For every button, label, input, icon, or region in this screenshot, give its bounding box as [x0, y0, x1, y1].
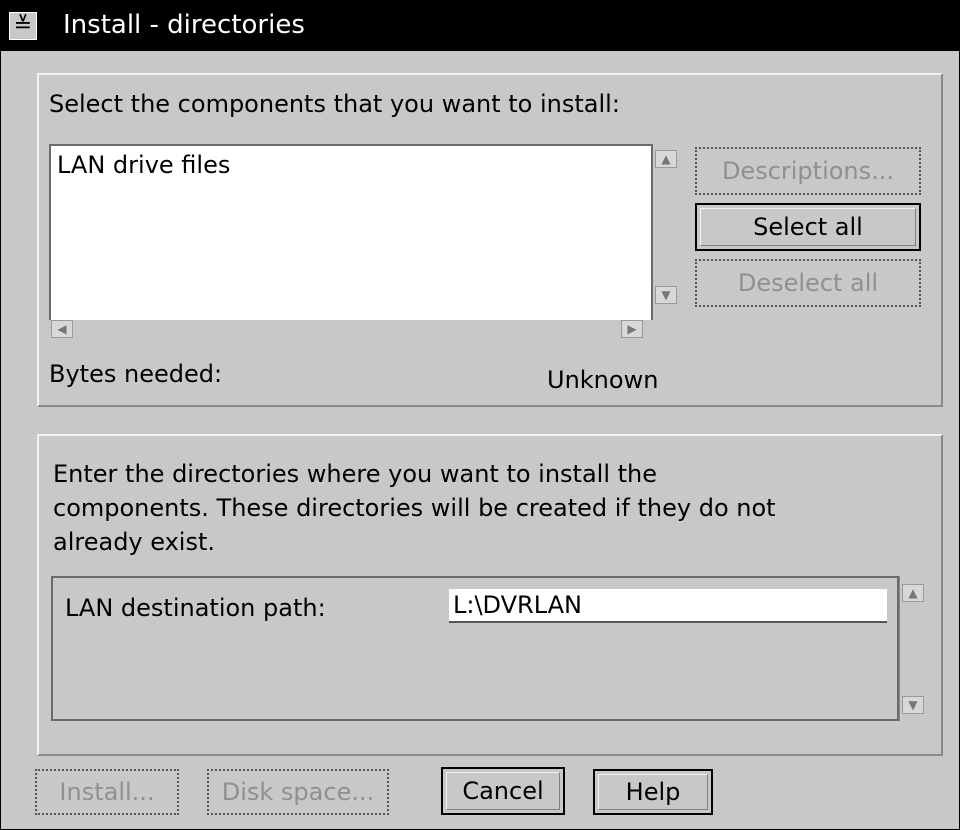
scroll-up-arrow-icon[interactable]: ▲ — [902, 584, 924, 602]
install-button[interactable]: Install... — [35, 769, 179, 815]
bytes-needed-label: Bytes needed: — [49, 360, 223, 388]
deselect-all-button[interactable]: Deselect all — [695, 259, 921, 307]
help-button-label: Help — [625, 778, 681, 806]
install-directories-window: ≚ Install - directories Select the compo… — [0, 0, 960, 830]
scroll-left-arrow-icon[interactable]: ◀ — [51, 320, 73, 338]
scroll-right-arrow-icon[interactable]: ▶ — [621, 320, 643, 338]
directories-prompt-line1: Enter the directories where you want to … — [53, 460, 658, 488]
scroll-down-arrow-icon[interactable]: ▼ — [902, 696, 924, 714]
list-item[interactable]: LAN drive files — [57, 150, 230, 180]
select-all-button-label: Select all — [753, 213, 863, 241]
window-title: Install - directories — [63, 10, 305, 40]
components-listbox[interactable]: LAN drive files — [49, 144, 653, 322]
help-button[interactable]: Help — [593, 769, 713, 815]
select-all-button[interactable]: Select all — [695, 203, 921, 251]
scroll-down-arrow-icon[interactable]: ▼ — [655, 286, 677, 304]
descriptions-button-label: Descriptions... — [721, 157, 895, 185]
components-horizontal-scrollbar[interactable]: ◀ ▶ — [49, 320, 653, 338]
directories-prompt-line3: already exist. — [53, 528, 216, 556]
paths-vertical-scrollbar[interactable]: ▲ ▼ — [899, 576, 926, 721]
disk-space-button[interactable]: Disk space... — [207, 769, 389, 815]
title-bar: ≚ Install - directories — [1, 1, 959, 51]
system-menu-icon[interactable]: ≚ — [9, 12, 37, 40]
bytes-needed-value: Unknown — [547, 366, 659, 394]
components-prompt: Select the components that you want to i… — [49, 90, 620, 118]
deselect-all-button-label: Deselect all — [737, 269, 879, 297]
install-button-label: Install... — [59, 778, 155, 806]
cancel-button[interactable]: Cancel — [441, 767, 565, 815]
disk-space-button-label: Disk space... — [221, 778, 375, 806]
components-vertical-scrollbar[interactable]: ▲ ▼ — [653, 144, 681, 304]
cancel-button-label: Cancel — [462, 777, 544, 805]
descriptions-button[interactable]: Descriptions... — [695, 147, 921, 195]
lan-destination-path-label: LAN destination path: — [65, 594, 326, 622]
lan-destination-path-field[interactable] — [449, 589, 887, 623]
scroll-up-arrow-icon[interactable]: ▲ — [655, 150, 677, 168]
directories-prompt-line2: components. These directories will be cr… — [53, 494, 776, 522]
